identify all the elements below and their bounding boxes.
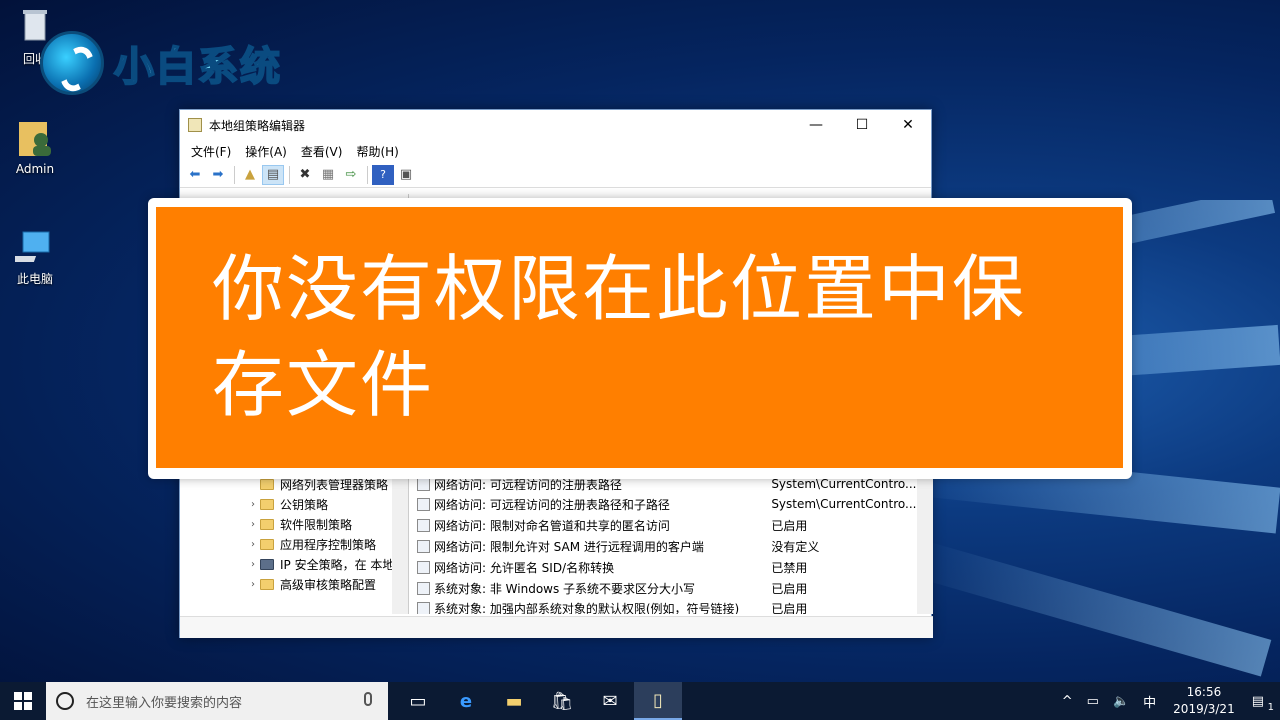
tree-item[interactable]: › 软件限制策略 — [246, 514, 352, 534]
desktop-icon-this-pc[interactable]: 此电脑 — [0, 226, 70, 287]
policy-row[interactable]: 网络访问: 限制允许对 SAM 进行远程调用的客户端 没有定义 — [411, 536, 921, 556]
forward-icon[interactable]: ➡ — [207, 165, 229, 185]
store-icon[interactable]: 🛍 — [538, 682, 586, 720]
policy-icon — [417, 539, 430, 553]
task-view-icon[interactable]: ▭ — [394, 682, 442, 720]
tree-vertical-scrollbar[interactable] — [392, 474, 408, 614]
network-icon[interactable]: ▭ — [1080, 694, 1106, 709]
clock-date: 2019/3/21 — [1173, 702, 1235, 716]
folder-icon — [260, 538, 274, 550]
policy-icon — [417, 601, 430, 614]
desktop-icon-admin[interactable]: Admin — [0, 118, 70, 176]
cortana-icon[interactable] — [56, 692, 74, 710]
toolbar-divider — [367, 165, 368, 184]
start-button[interactable] — [0, 682, 46, 720]
policy-icon — [417, 518, 430, 532]
minimize-button[interactable]: — — [793, 110, 839, 140]
logo-text: 小白系统 — [113, 43, 282, 91]
toolbar-divider — [234, 165, 235, 184]
up-folder-icon[interactable]: ▲ — [239, 165, 261, 185]
properties-icon[interactable]: ▦ — [317, 165, 339, 185]
chevron-right-icon[interactable]: › — [246, 499, 260, 510]
input-method-indicator[interactable]: 中 — [1136, 692, 1163, 711]
policy-icon — [417, 581, 430, 595]
computer-icon — [5, 226, 55, 266]
status-bar — [180, 616, 933, 638]
taskbar: 在这里输入你要搜索的内容 ▭ e ▬ 🛍 ✉ ▯ ^ ▭ 🔈 中 16:56 2… — [0, 682, 1280, 720]
view-icon[interactable]: ▣ — [395, 165, 417, 185]
system-tray: ^ ▭ 🔈 中 16:56 2019/3/21 ▤ 1 — [1055, 682, 1280, 720]
microphone-icon[interactable] — [364, 692, 372, 706]
menu-bar: 文件(F) 操作(A) 查看(V) 帮助(H) — [180, 140, 931, 162]
windows-logo-icon — [14, 692, 32, 710]
policy-icon — [417, 477, 430, 491]
menu-file[interactable]: 文件(F) — [184, 143, 238, 160]
folder-icon — [260, 478, 274, 490]
desktop-icon-label: Admin — [15, 162, 55, 176]
volume-icon[interactable]: 🔈 — [1106, 694, 1136, 709]
logo-icon — [40, 31, 104, 95]
policy-icon — [417, 560, 430, 574]
delete-icon[interactable]: ✖ — [294, 165, 316, 185]
show-hide-tree-icon[interactable]: ▤ — [262, 164, 284, 185]
clock-time: 16:56 — [1186, 685, 1222, 699]
toolbar-divider — [289, 165, 290, 184]
caption-text: 你没有权限在此位置中保存文件 — [212, 247, 1027, 427]
menu-view[interactable]: 查看(V) — [294, 143, 350, 160]
tree-item[interactable]: › 公钥策略 — [246, 494, 328, 514]
policy-row[interactable]: 系统对象: 加强内部系统对象的默认权限(例如，符号链接) 已启用 — [411, 598, 921, 614]
policy-row[interactable]: 网络访问: 限制对命名管道和共享的匿名访问 已启用 — [411, 515, 921, 535]
user-folder-icon — [15, 118, 55, 158]
group-policy-taskbar-icon[interactable]: ▯ — [634, 682, 682, 720]
search-placeholder: 在这里输入你要搜索的内容 — [86, 695, 243, 711]
app-icon — [188, 118, 202, 132]
ip-security-icon — [260, 558, 274, 570]
chevron-right-icon[interactable]: › — [246, 539, 260, 550]
watermark-logo: 小白系统 — [40, 28, 282, 98]
taskbar-search-box[interactable]: 在这里输入你要搜索的内容 — [46, 682, 388, 720]
policy-row[interactable]: 系统对象: 非 Windows 子系统不要求区分大小写 已启用 — [411, 578, 921, 598]
policy-row[interactable]: 网络访问: 允许匿名 SID/名称转换 已禁用 — [411, 557, 921, 577]
window-title: 本地组策略编辑器 — [209, 118, 306, 133]
tree-item[interactable]: › 应用程序控制策略 — [246, 534, 376, 554]
edge-browser-icon[interactable]: e — [442, 682, 490, 720]
menu-help[interactable]: 帮助(H) — [349, 143, 405, 160]
chevron-up-icon[interactable]: ^ — [1055, 694, 1080, 709]
maximize-button[interactable]: ☐ — [839, 110, 885, 140]
desktop-icon-label: 此电脑 — [16, 272, 53, 286]
title-bar[interactable]: 本地组策略编辑器 — ☐ ✕ — [180, 110, 931, 140]
folder-icon — [260, 578, 274, 590]
menu-action[interactable]: 操作(A) — [238, 143, 294, 160]
notification-badge: 1 — [1267, 701, 1274, 713]
caption-banner: 你没有权限在此位置中保存文件 — [148, 198, 1132, 479]
policy-row[interactable]: 网络访问: 可远程访问的注册表路径和子路径 System\CurrentCont… — [411, 494, 921, 514]
back-icon[interactable]: ⬅ — [184, 165, 206, 185]
chevron-right-icon[interactable]: › — [246, 579, 260, 590]
file-explorer-icon[interactable]: ▬ — [490, 682, 538, 720]
chevron-right-icon[interactable]: › — [246, 559, 260, 570]
tree-item[interactable]: › IP 安全策略，在 本地 — [246, 554, 394, 574]
policy-icon — [417, 497, 430, 511]
close-button[interactable]: ✕ — [885, 110, 931, 140]
mail-icon[interactable]: ✉ — [586, 682, 634, 720]
policy-vertical-scrollbar[interactable] — [917, 474, 933, 614]
chevron-right-icon[interactable]: › — [246, 519, 260, 530]
caption-banner-fill: 你没有权限在此位置中保存文件 — [156, 207, 1123, 468]
notification-center-icon[interactable]: ▤ 1 — [1245, 694, 1280, 713]
folder-icon — [260, 518, 274, 530]
folder-icon — [260, 498, 274, 510]
toolbar: ⬅ ➡ ▲ ▤ ✖ ▦ ⇨ ? ▣ — [180, 162, 931, 188]
export-icon[interactable]: ⇨ — [340, 165, 362, 185]
tree-item[interactable]: › 高级审核策略配置 — [246, 574, 376, 594]
clock[interactable]: 16:56 2019/3/21 — [1163, 684, 1245, 718]
help-icon[interactable]: ? — [372, 164, 394, 185]
